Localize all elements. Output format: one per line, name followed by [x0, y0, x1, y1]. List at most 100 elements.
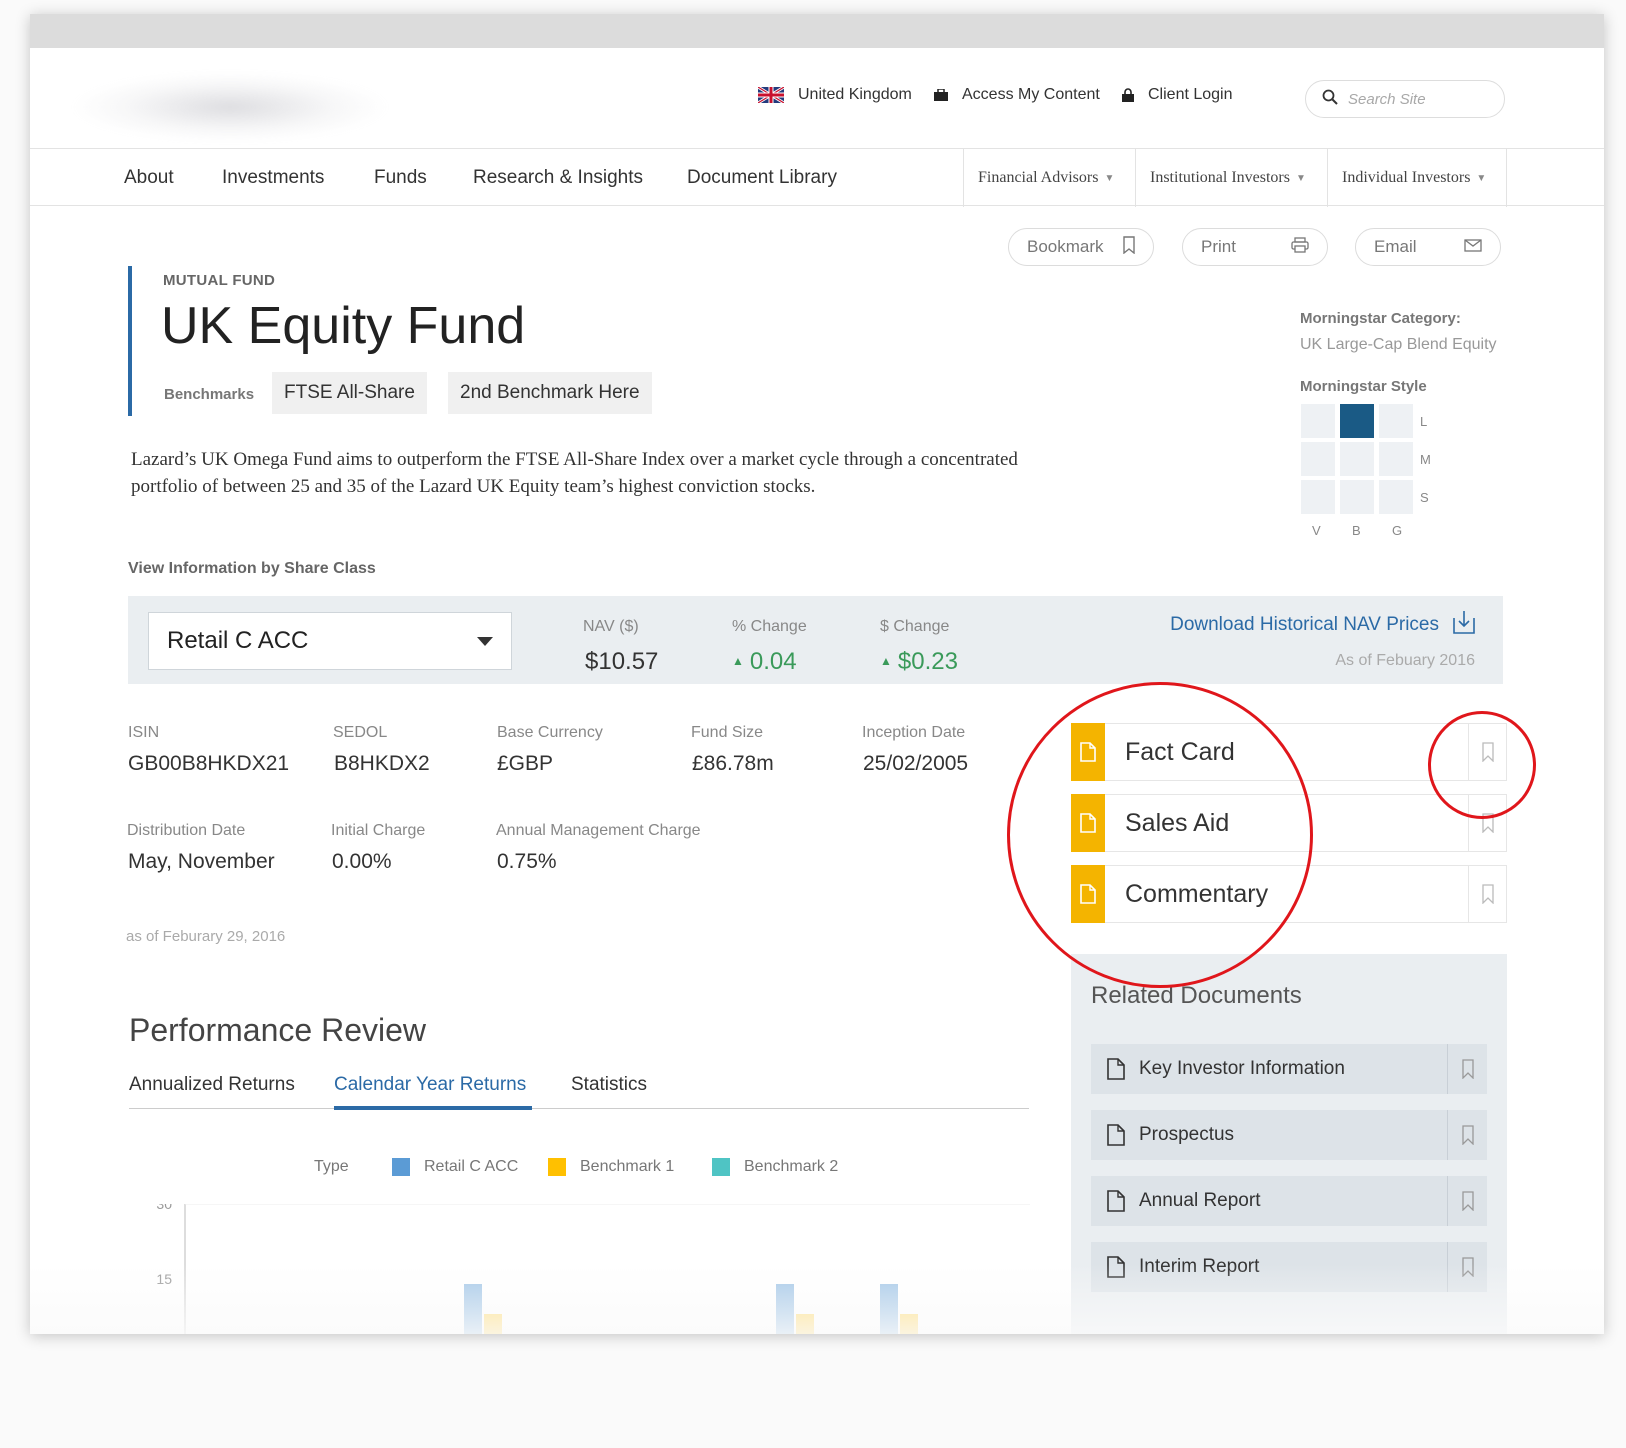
- share-class-label: View Information by Share Class: [128, 560, 376, 577]
- nav-investments[interactable]: Investments: [222, 167, 324, 189]
- audience-individual-investors[interactable]: Individual Investors ▼: [1327, 149, 1507, 207]
- benchmark-chip[interactable]: FTSE All-Share: [272, 372, 427, 414]
- style-axis-label: B: [1352, 523, 1361, 538]
- legend-swatch: [392, 1158, 410, 1176]
- morningstar-style-label: Morningstar Style: [1300, 378, 1427, 395]
- bookmark-icon[interactable]: [1468, 865, 1506, 923]
- initial-charge-value: 0.00%: [332, 850, 392, 873]
- client-login-link[interactable]: Client Login: [1122, 86, 1233, 104]
- bookmark-icon[interactable]: [1447, 1242, 1487, 1292]
- nav-about[interactable]: About: [124, 167, 174, 189]
- related-document-item[interactable]: Prospectus: [1091, 1110, 1487, 1160]
- fund-size-value: £86.78m: [692, 752, 774, 775]
- inception-date-value: 25/02/2005: [863, 752, 969, 775]
- audience-label: Financial Advisors: [978, 169, 1099, 186]
- country-label: United Kingdom: [798, 86, 912, 103]
- search-input[interactable]: [1348, 90, 1488, 108]
- page-title: UK Equity Fund: [161, 297, 526, 355]
- document-icon: [1107, 1190, 1125, 1212]
- access-label: Access My Content: [962, 86, 1100, 103]
- tab-statistics[interactable]: Statistics: [571, 1074, 647, 1096]
- print-label: Print: [1201, 237, 1236, 256]
- sedol-value: B8HKDX2: [334, 752, 430, 775]
- lock-icon: [1122, 88, 1134, 102]
- style-axis-label: G: [1392, 523, 1403, 538]
- style-cell: [1340, 442, 1374, 476]
- browser-chrome: [30, 14, 1604, 48]
- pct-change-label: % Change: [732, 618, 807, 635]
- share-class-bar: Retail C ACC NAV ($) $10.57 % Change 0.0…: [128, 596, 1503, 684]
- uk-flag-icon: [758, 87, 784, 103]
- caret-down-icon: ▼: [1295, 172, 1306, 184]
- nav-research-insights[interactable]: Research & Insights: [473, 167, 643, 189]
- legend-label: Benchmark 2: [744, 1158, 839, 1175]
- email-button[interactable]: Email: [1355, 228, 1501, 266]
- related-document-item[interactable]: Annual Report: [1091, 1176, 1487, 1226]
- style-axis-label: V: [1312, 523, 1321, 538]
- bookmark-icon[interactable]: [1447, 1176, 1487, 1226]
- bookmark-icon: [1123, 235, 1135, 259]
- bookmark-label: Bookmark: [1027, 237, 1104, 256]
- nav-funds[interactable]: Funds: [374, 167, 427, 189]
- related-document-name: Annual Report: [1139, 1190, 1261, 1211]
- initial-charge-label: Initial Charge: [331, 822, 426, 839]
- bookmark-icon[interactable]: [1447, 1110, 1487, 1160]
- style-cell: [1301, 442, 1335, 476]
- fund-size-label: Fund Size: [691, 724, 764, 741]
- bar-benchmark-1: [900, 1314, 918, 1334]
- distribution-date-label: Distribution Date: [127, 822, 246, 839]
- tab-calendar-year-returns[interactable]: Calendar Year Returns: [334, 1074, 526, 1096]
- highlight-circle: [1007, 682, 1313, 988]
- bookmark-icon[interactable]: [1447, 1044, 1487, 1094]
- nav-document-library[interactable]: Document Library: [687, 167, 837, 189]
- bookmark-button[interactable]: Bookmark: [1008, 228, 1154, 266]
- style-cell: [1340, 480, 1374, 514]
- base-currency-value: £GBP: [497, 752, 554, 775]
- style-cell: [1379, 442, 1413, 476]
- print-button[interactable]: Print: [1182, 228, 1328, 266]
- audience-institutional-investors[interactable]: Institutional Investors ▼: [1135, 149, 1327, 207]
- tab-divider: [129, 1108, 1029, 1109]
- related-document-item[interactable]: Interim Report: [1091, 1242, 1487, 1292]
- tab-annualized-returns[interactable]: Annualized Returns: [129, 1074, 295, 1096]
- style-axis-label: M: [1420, 452, 1431, 467]
- style-axis-label: L: [1420, 414, 1428, 429]
- site-logo[interactable]: [70, 72, 390, 142]
- legend-item: Retail C ACC: [392, 1158, 518, 1176]
- access-my-content-link[interactable]: Access My Content: [934, 86, 1100, 104]
- related-document-item[interactable]: Key Investor Information: [1091, 1044, 1487, 1094]
- nav-value: $10.57: [585, 648, 659, 675]
- benchmark-chip[interactable]: 2nd Benchmark Here: [448, 372, 652, 414]
- benchmarks-label: Benchmarks: [164, 386, 255, 403]
- style-axis-label: S: [1420, 490, 1429, 505]
- style-cell: [1301, 480, 1335, 514]
- legend-item: Benchmark 1: [548, 1158, 674, 1176]
- highlight-circle: [1428, 711, 1536, 819]
- country-selector[interactable]: United Kingdom: [758, 86, 912, 104]
- download-nav-link[interactable]: Download Historical NAV Prices: [1170, 610, 1475, 640]
- sedol-label: SEDOL: [333, 724, 388, 741]
- style-cell: [1301, 404, 1335, 438]
- audience-financial-advisors[interactable]: Financial Advisors ▼: [963, 149, 1135, 207]
- share-class-value: Retail C ACC: [167, 627, 309, 654]
- distribution-date-value: May, November: [128, 850, 275, 873]
- search-box[interactable]: [1305, 80, 1505, 118]
- audience-label: Individual Investors: [1342, 169, 1471, 186]
- style-cell: [1379, 480, 1413, 514]
- legend-item: Benchmark 2: [712, 1158, 838, 1176]
- calendar-returns-chart: 30 15: [156, 1204, 1030, 1334]
- amc-value: 0.75%: [497, 850, 557, 873]
- morningstar-category-label: Morningstar Category:: [1300, 310, 1461, 327]
- browser-window: United Kingdom Access My Content Client …: [30, 14, 1604, 1334]
- style-cell-selected: [1340, 404, 1374, 438]
- bar-retail-c-acc: [776, 1284, 794, 1334]
- share-class-select[interactable]: Retail C ACC: [148, 612, 512, 670]
- audience-label: Institutional Investors: [1150, 169, 1290, 186]
- bar-benchmark-1: [796, 1314, 814, 1334]
- morningstar-category-value: UK Large-Cap Blend Equity: [1300, 336, 1497, 353]
- document-icon: [1107, 1124, 1125, 1146]
- related-document-name: Interim Report: [1139, 1256, 1260, 1277]
- document-icon: [1107, 1058, 1125, 1080]
- legend-swatch: [712, 1158, 730, 1176]
- pct-change-value: 0.04: [732, 648, 797, 676]
